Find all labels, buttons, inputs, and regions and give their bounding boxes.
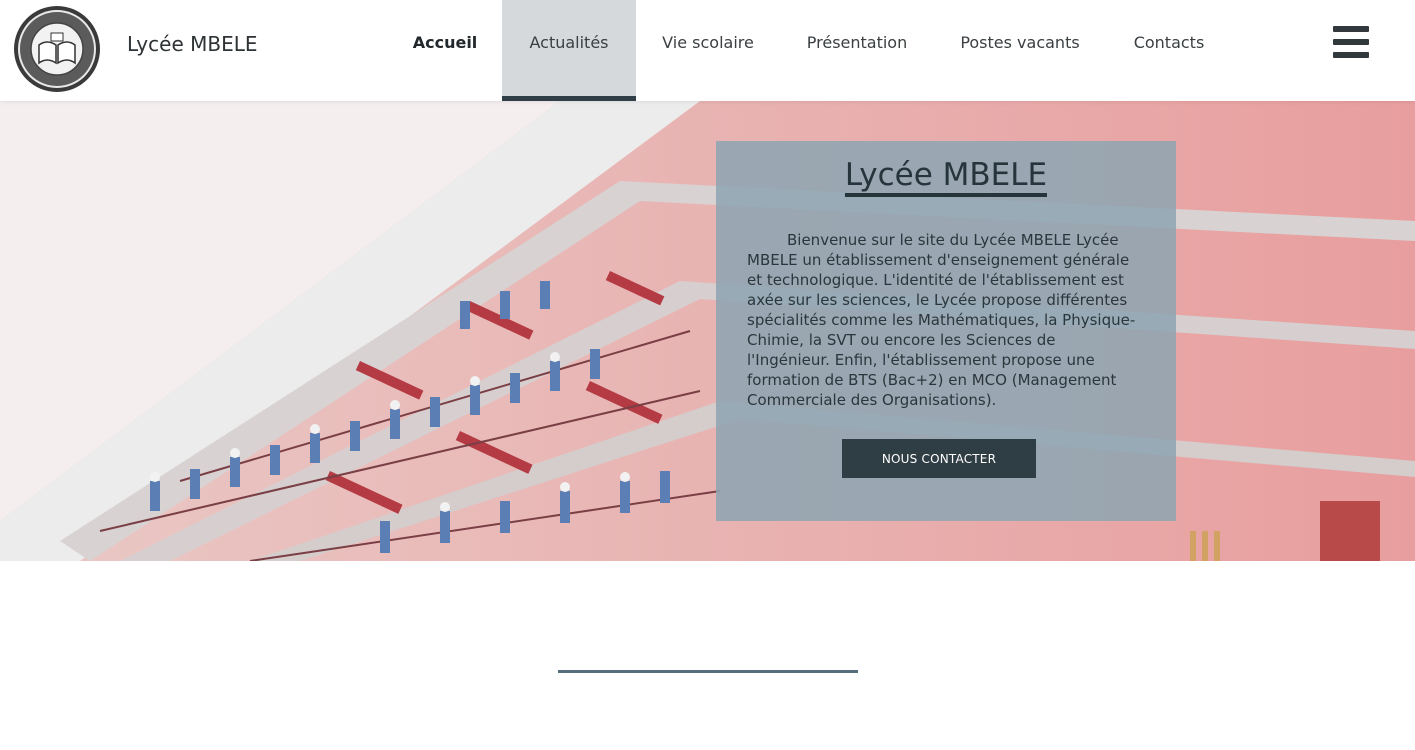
nav-item-accueil[interactable]: Accueil	[404, 0, 486, 101]
nav-item-presentation[interactable]: Présentation	[796, 0, 918, 101]
intro-title-text: Lycée MBELE	[844, 157, 1048, 197]
nav-item-vie-scolaire[interactable]: Vie scolaire	[651, 0, 765, 101]
site-name[interactable]: Lycée MBELE	[127, 32, 258, 56]
nav-item-contacts[interactable]: Contacts	[1123, 0, 1215, 101]
intro-paragraph: Bienvenue sur le site du Lycée MBELE Lyc…	[747, 231, 1136, 409]
section-divider	[558, 670, 858, 673]
hamburger-menu-icon[interactable]	[1333, 26, 1369, 58]
school-crest-icon[interactable]	[13, 5, 101, 93]
hero-banner: Lycée MBELE Bienvenue sur le site du Lyc…	[0, 101, 1415, 561]
site-header: Lycée MBELE Accueil Actualités Vie scola…	[0, 0, 1415, 101]
intro-title: Lycée MBELE	[716, 157, 1176, 197]
school-building-photo	[0, 101, 1415, 561]
intro-card: Lycée MBELE Bienvenue sur le site du Lyc…	[716, 141, 1176, 521]
contact-us-button[interactable]: NOUS CONTACTER	[842, 439, 1036, 478]
nav-item-actualites[interactable]: Actualités	[502, 0, 636, 101]
nav-item-postes-vacants[interactable]: Postes vacants	[950, 0, 1090, 101]
